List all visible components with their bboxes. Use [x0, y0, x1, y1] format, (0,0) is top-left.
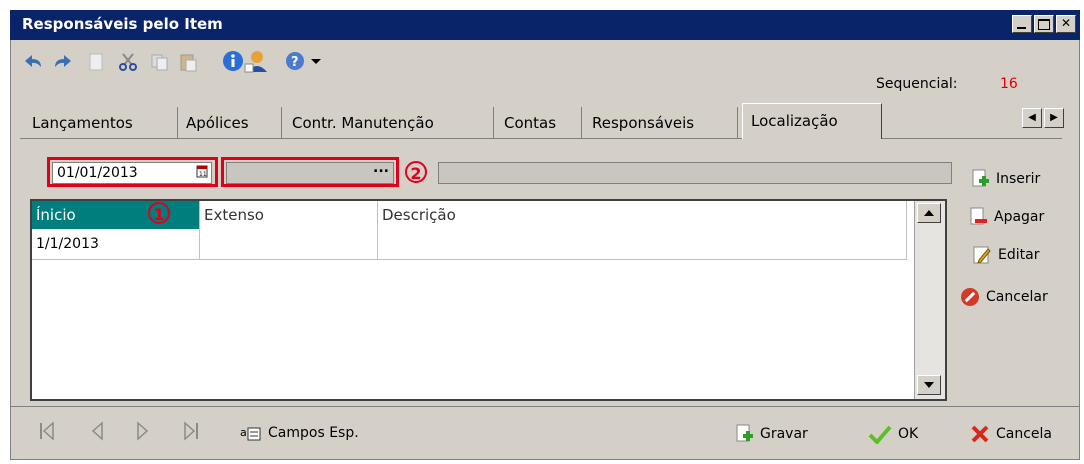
- save-icon: [734, 424, 754, 444]
- editar-button[interactable]: Editar: [972, 242, 1039, 268]
- svg-text:?: ?: [291, 55, 299, 70]
- ok-label: OK: [898, 426, 919, 442]
- editar-label: Editar: [998, 247, 1040, 263]
- window-title: Responsáveis pelo Item: [22, 15, 223, 33]
- cancelar-label: Cancelar: [986, 289, 1048, 305]
- tab-responsaveis[interactable]: Responsáveis: [590, 107, 738, 139]
- table-row[interactable]: 1/1/2013: [32, 229, 907, 260]
- sequencial-value: 16: [1000, 76, 1018, 92]
- highlight-box-2: [221, 157, 399, 187]
- paste-icon[interactable]: [178, 52, 198, 72]
- cancela-label: Cancela: [996, 426, 1053, 442]
- fields-icon: a: [240, 424, 262, 442]
- title-bar: Responsáveis pelo Item ✕: [10, 10, 1080, 40]
- user-icon[interactable]: [244, 50, 267, 73]
- cut-icon[interactable]: [118, 52, 138, 71]
- apagar-label: Apagar: [994, 209, 1045, 225]
- cell-inicio[interactable]: 1/1/2013: [32, 229, 200, 259]
- svg-text:a: a: [240, 426, 247, 439]
- previous-record-icon[interactable]: [88, 420, 106, 442]
- tab-lancamentos[interactable]: Lançamentos: [30, 107, 178, 139]
- add-document-icon: [970, 169, 990, 189]
- description-field: [438, 162, 952, 184]
- column-header-descricao[interactable]: Descrição: [378, 201, 907, 229]
- checkmark-icon: [868, 424, 892, 444]
- tab-scroll-right[interactable]: ▶: [1044, 108, 1064, 128]
- ok-button[interactable]: OK: [868, 424, 918, 444]
- apagar-button[interactable]: Apagar: [968, 204, 1044, 230]
- tab-apolices[interactable]: Apólices: [184, 107, 282, 139]
- window-controls: ✕: [1012, 15, 1076, 33]
- scroll-down-button[interactable]: [917, 375, 941, 395]
- highlight-box-1: [47, 157, 218, 187]
- tab-contas[interactable]: Contas: [502, 107, 582, 139]
- cancela-button[interactable]: Cancela: [970, 424, 1052, 444]
- tab-contr-manutencao[interactable]: Contr. Manutenção: [290, 107, 494, 139]
- marker-2: 2: [405, 161, 427, 183]
- cancel-icon: [960, 287, 980, 307]
- column-header-extenso[interactable]: Extenso: [200, 201, 378, 229]
- redo-icon[interactable]: [52, 52, 72, 70]
- dropdown-arrow-icon[interactable]: [310, 52, 330, 70]
- undo-icon[interactable]: [22, 52, 42, 70]
- cancelar-button[interactable]: Cancelar: [960, 284, 1048, 310]
- first-record-icon[interactable]: [38, 420, 56, 442]
- next-record-icon[interactable]: [134, 420, 152, 442]
- campos-esp-button[interactable]: a Campos Esp.: [240, 424, 359, 442]
- tab-scroll-left[interactable]: ◀: [1022, 108, 1042, 128]
- tab-localizacao[interactable]: Localização: [742, 103, 882, 139]
- maximize-button[interactable]: [1034, 15, 1054, 33]
- inserir-label: Inserir: [996, 171, 1041, 187]
- new-document-icon[interactable]: [86, 52, 106, 71]
- close-button[interactable]: ✕: [1056, 15, 1076, 33]
- campos-esp-label: Campos Esp.: [268, 425, 359, 441]
- gravar-label: Gravar: [760, 426, 808, 442]
- remove-document-icon: [968, 207, 988, 227]
- scroll-up-button[interactable]: [917, 203, 941, 223]
- bottom-divider: [10, 406, 1080, 407]
- sequencial-label: Sequencial:: [876, 76, 958, 92]
- cell-descricao[interactable]: [378, 229, 907, 259]
- close-x-icon: [970, 424, 990, 444]
- copy-icon[interactable]: [150, 52, 170, 71]
- marker-1: 1: [148, 202, 170, 224]
- column-header-inicio[interactable]: Ínicio: [32, 201, 200, 229]
- inserir-button[interactable]: Inserir: [970, 166, 1040, 192]
- edit-icon: [972, 245, 992, 265]
- vertical-scrollbar[interactable]: [914, 201, 945, 399]
- gravar-button[interactable]: Gravar: [734, 424, 808, 444]
- help-icon[interactable]: ?: [284, 50, 304, 70]
- info-icon[interactable]: [222, 50, 243, 71]
- data-grid: Ínicio Extenso Descrição 1/1/2013: [30, 199, 947, 401]
- cell-extenso[interactable]: [200, 229, 378, 259]
- last-record-icon[interactable]: [182, 420, 200, 442]
- minimize-button[interactable]: [1012, 15, 1032, 33]
